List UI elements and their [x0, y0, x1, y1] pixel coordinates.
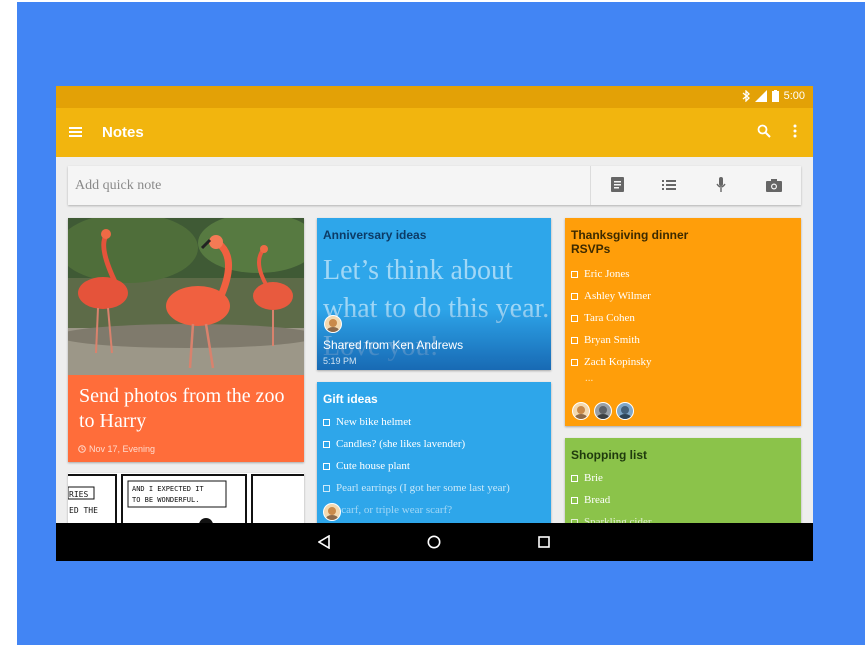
avatar-icon: [326, 507, 338, 520]
more-items: ...: [585, 372, 594, 384]
avatar: [323, 503, 341, 521]
navigation-bar: [56, 523, 813, 561]
menu-icon[interactable]: [68, 124, 84, 140]
list-item[interactable]: Tara Cohen: [571, 312, 635, 324]
avatar-icon: [575, 406, 587, 419]
avatar-icon: [597, 406, 609, 419]
avatar-icon: [619, 406, 631, 419]
clock-icon: [78, 445, 86, 453]
mic-icon[interactable]: [716, 177, 726, 193]
note-title: Gift ideas: [323, 392, 378, 406]
text-note-icon[interactable]: [611, 177, 625, 193]
note-title: Anniversary ideas: [323, 228, 427, 242]
bluetooth-icon: [742, 90, 750, 102]
list-item[interactable]: Eric Jones: [571, 268, 630, 280]
comic-text-2: ED THE: [69, 506, 98, 515]
status-time: 5:00: [783, 90, 805, 102]
back-icon[interactable]: [318, 535, 330, 549]
shared-from: Shared from Ken Andrews: [323, 338, 464, 352]
list-item-text: Zach Kopinsky: [584, 356, 652, 368]
list-item-text: Tara Cohen: [584, 312, 635, 324]
reminder-text: Nov 17, Evening: [89, 444, 156, 454]
list-item-text: New bike helmet: [336, 416, 412, 428]
list-item-text: Bryan Smith: [584, 334, 640, 346]
list-note-icon[interactable]: [662, 179, 676, 191]
comic-text-4: TO BE WONDERFUL.: [132, 496, 199, 504]
list-item[interactable]: Zach Kopinsky: [571, 356, 652, 368]
list-item-text: Ashley Wilmer: [584, 290, 651, 302]
recents-icon[interactable]: [538, 536, 550, 548]
checkbox[interactable]: [323, 440, 330, 448]
list-item-text: scarf, or triple wear scarf?: [337, 504, 453, 516]
checkbox[interactable]: [323, 462, 330, 470]
list-item-text: Brie: [584, 472, 603, 484]
list-item-text: Eric Jones: [584, 268, 630, 280]
quick-note-bar: [68, 166, 801, 205]
checkbox[interactable]: [571, 358, 578, 366]
list-item[interactable]: scarf, or triple wear scarf?: [337, 504, 452, 516]
signal-icon: [754, 90, 767, 102]
list-item[interactable]: Cute house plant: [323, 460, 410, 472]
app-bar: Notes: [56, 108, 813, 157]
checkbox[interactable]: [571, 496, 578, 504]
list-item[interactable]: Bryan Smith: [571, 334, 640, 346]
checkbox[interactable]: [571, 314, 578, 322]
note-card-gift[interactable]: Gift ideas New bike helmet Candles? (she…: [317, 382, 551, 527]
checkbox[interactable]: [323, 484, 330, 492]
comic-text-1: RIES: [69, 490, 88, 499]
list-item-text: Candles? (she likes lavender): [336, 438, 466, 450]
app-title: Notes: [102, 124, 144, 141]
avatar-icon: [327, 319, 339, 332]
list-item-text: Pearl earrings (I got her some last year…: [336, 482, 510, 494]
list-item[interactable]: Brie: [571, 472, 603, 484]
list-item-text: Bread: [584, 494, 611, 506]
battery-icon: [771, 90, 779, 102]
camera-icon[interactable]: [766, 178, 782, 192]
checkbox[interactable]: [571, 270, 578, 278]
checkbox[interactable]: [571, 474, 578, 482]
quick-note-input[interactable]: [68, 166, 590, 205]
status-bar: 5:00: [56, 86, 813, 108]
list-item[interactable]: Bread: [571, 494, 610, 506]
checkbox[interactable]: [571, 292, 578, 300]
checkbox[interactable]: [323, 418, 330, 426]
avatar: [324, 315, 342, 333]
list-item[interactable]: Ashley Wilmer: [571, 290, 651, 302]
comic-text-3: AND I EXPECTED IT: [132, 485, 204, 493]
flamingo-photo: [68, 218, 304, 375]
avatar: [616, 402, 634, 420]
home-icon[interactable]: [427, 535, 441, 549]
list-item[interactable]: Pearl earrings (I got her some last year…: [323, 482, 510, 494]
list-item-text: Cute house plant: [336, 460, 410, 472]
note-title: Send photos from the zoo to Harry: [79, 385, 285, 432]
avatar: [572, 402, 590, 420]
note-card-anniversary[interactable]: Anniversary ideas Let’s think about what…: [317, 218, 551, 370]
note-card-thanksgiving[interactable]: Thanksgiving dinner RSVPs Eric Jones Ash…: [565, 218, 801, 426]
note-card-flamingo[interactable]: Send photos from the zoo to Harry Nov 17…: [68, 218, 304, 462]
note-title: Shopping list: [571, 448, 647, 462]
note-title: Thanksgiving dinner RSVPs: [571, 228, 689, 256]
status-icons: 5:00: [742, 90, 805, 102]
tablet-screen: 5:00 Notes Add quick note Send photos fr…: [56, 86, 813, 561]
list-item[interactable]: Candles? (she likes lavender): [323, 438, 465, 450]
avatar: [594, 402, 612, 420]
checkbox[interactable]: [571, 336, 578, 344]
quick-note-divider: [590, 166, 591, 205]
list-item[interactable]: New bike helmet: [323, 416, 411, 428]
more-vert-icon[interactable]: [793, 124, 797, 138]
search-icon[interactable]: [757, 124, 771, 138]
shared-time: 5:19 PM: [323, 356, 357, 366]
reminder: Nov 17, Evening: [78, 444, 155, 454]
